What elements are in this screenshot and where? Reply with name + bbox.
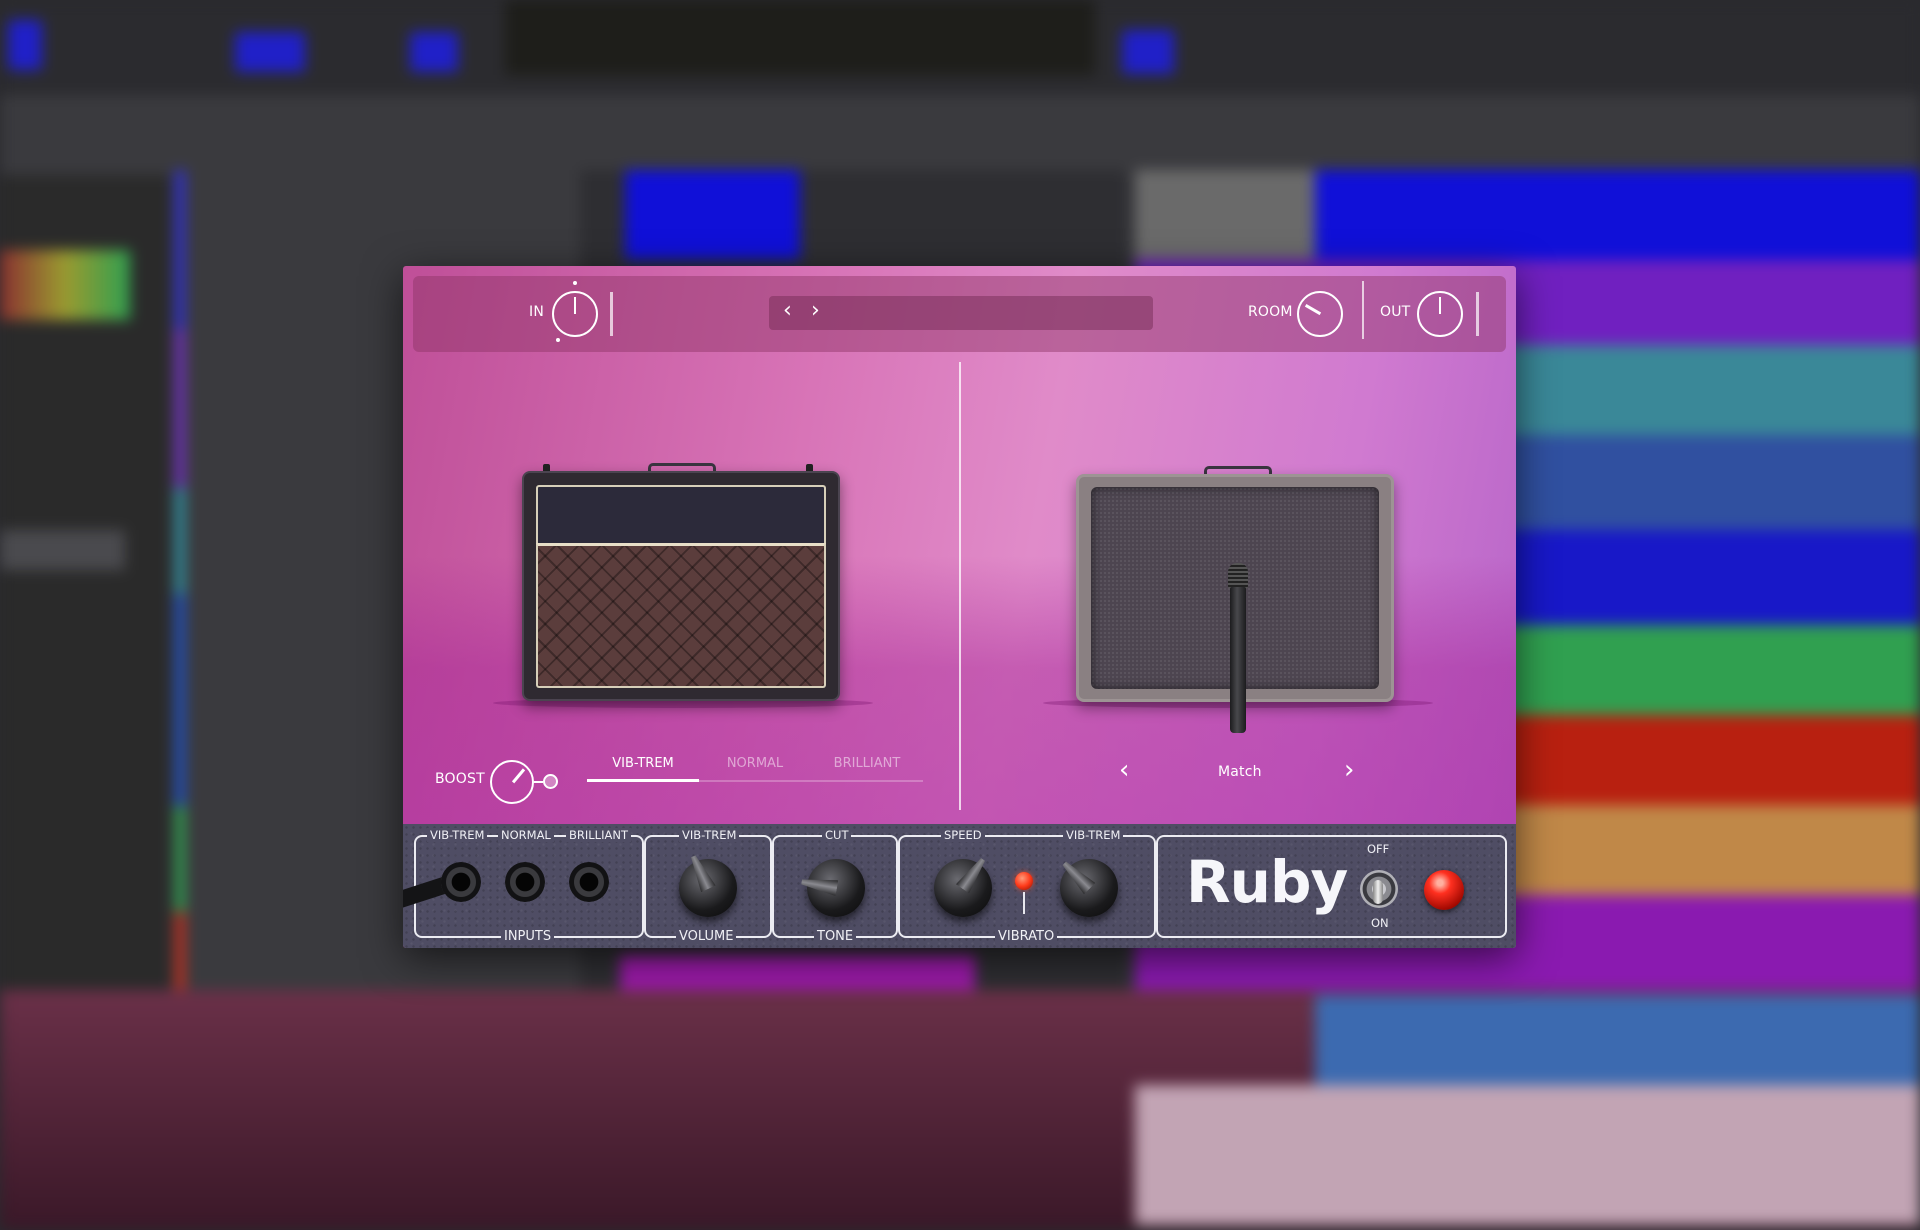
jack-normal[interactable] (505, 862, 545, 902)
power-off-label: OFF (1367, 842, 1390, 856)
amp-cab-divider (959, 362, 961, 810)
room-knob[interactable] (1297, 291, 1343, 337)
jack-brilliant[interactable] (569, 862, 609, 902)
header-separator (610, 292, 613, 336)
mic-head (1228, 563, 1248, 589)
header-separator (1476, 292, 1479, 336)
vibrato-speed-knob[interactable] (934, 859, 992, 917)
boost-toggle[interactable] (543, 774, 558, 789)
volume-knob[interactable] (679, 859, 737, 917)
power-toggle-lever (1373, 880, 1383, 904)
microphone[interactable] (1226, 563, 1250, 733)
tab-vib-trem[interactable]: VIB-TREM (587, 756, 699, 771)
knob-indicator (573, 297, 577, 314)
amp-head[interactable] (522, 471, 840, 701)
knob-indicator (511, 768, 525, 784)
knob-indicator (1304, 304, 1321, 316)
room-label: ROOM (1248, 304, 1293, 320)
tone-cut-label: CUT (822, 828, 852, 842)
knob-min-dot (556, 338, 560, 342)
mic-next-icon[interactable]: › (1344, 757, 1354, 783)
jack-label-vib-trem: VIB-TREM (427, 828, 488, 842)
output-gain-label: OUT (1380, 304, 1411, 320)
jack-label-normal: NORMAL (498, 828, 554, 842)
tab-brilliant[interactable]: BRILLIANT (811, 756, 923, 771)
header-separator (1362, 281, 1364, 339)
vibrato-vib-trem-label: VIB-TREM (1063, 828, 1124, 842)
volume-title: VOLUME (676, 930, 737, 944)
vibrato-speed-label: SPEED (941, 828, 985, 842)
tone-title: TONE (814, 930, 857, 944)
boost-label: BOOST (435, 771, 485, 787)
jack-vib-trem[interactable] (441, 862, 481, 902)
output-gain-knob[interactable] (1417, 291, 1463, 337)
boost-connector (534, 781, 543, 783)
input-gain-label: IN (529, 304, 545, 320)
vibrato-led (1015, 872, 1033, 890)
tab-normal[interactable]: NORMAL (699, 756, 811, 771)
preset-next-icon[interactable]: › (811, 300, 820, 322)
vibrato-title: VIBRATO (995, 930, 1058, 944)
inputs-title: INPUTS (501, 930, 555, 944)
tone-cut-knob[interactable] (807, 859, 865, 917)
amp-plugin-window: IN ‹ › ROOM OUT BOOST VIB-TREM NORMAL BR… (403, 266, 1516, 948)
tab-underline (699, 780, 811, 782)
tab-underline (811, 780, 923, 782)
power-led (1424, 870, 1464, 910)
mic-body (1230, 587, 1246, 733)
jack-label-brilliant: BRILLIANT (566, 828, 631, 842)
knob-top-dot (573, 281, 577, 285)
mic-position-value: Match (1218, 764, 1262, 780)
volume-channel-label: VIB-TREM (679, 828, 740, 842)
brand-logo: Ruby (1186, 848, 1348, 916)
tab-underline-active (587, 779, 699, 782)
input-gain-knob[interactable] (552, 291, 598, 337)
power-on-label: ON (1371, 916, 1389, 930)
knob-indicator (1438, 297, 1442, 314)
amp-control-strip: VIB-TREM NORMAL BRILLIANT INPUTS VIB-TRE… (403, 824, 1516, 948)
amp-control-panel (536, 485, 826, 543)
preset-prev-icon[interactable]: ‹ (783, 300, 792, 322)
boost-knob[interactable] (490, 760, 534, 804)
vibrato-depth-knob[interactable] (1060, 859, 1118, 917)
vibrato-led-stem (1023, 892, 1025, 914)
preset-bar[interactable] (769, 296, 1153, 330)
mic-prev-icon[interactable]: ‹ (1119, 757, 1129, 783)
amp-grill-cloth (536, 543, 826, 688)
